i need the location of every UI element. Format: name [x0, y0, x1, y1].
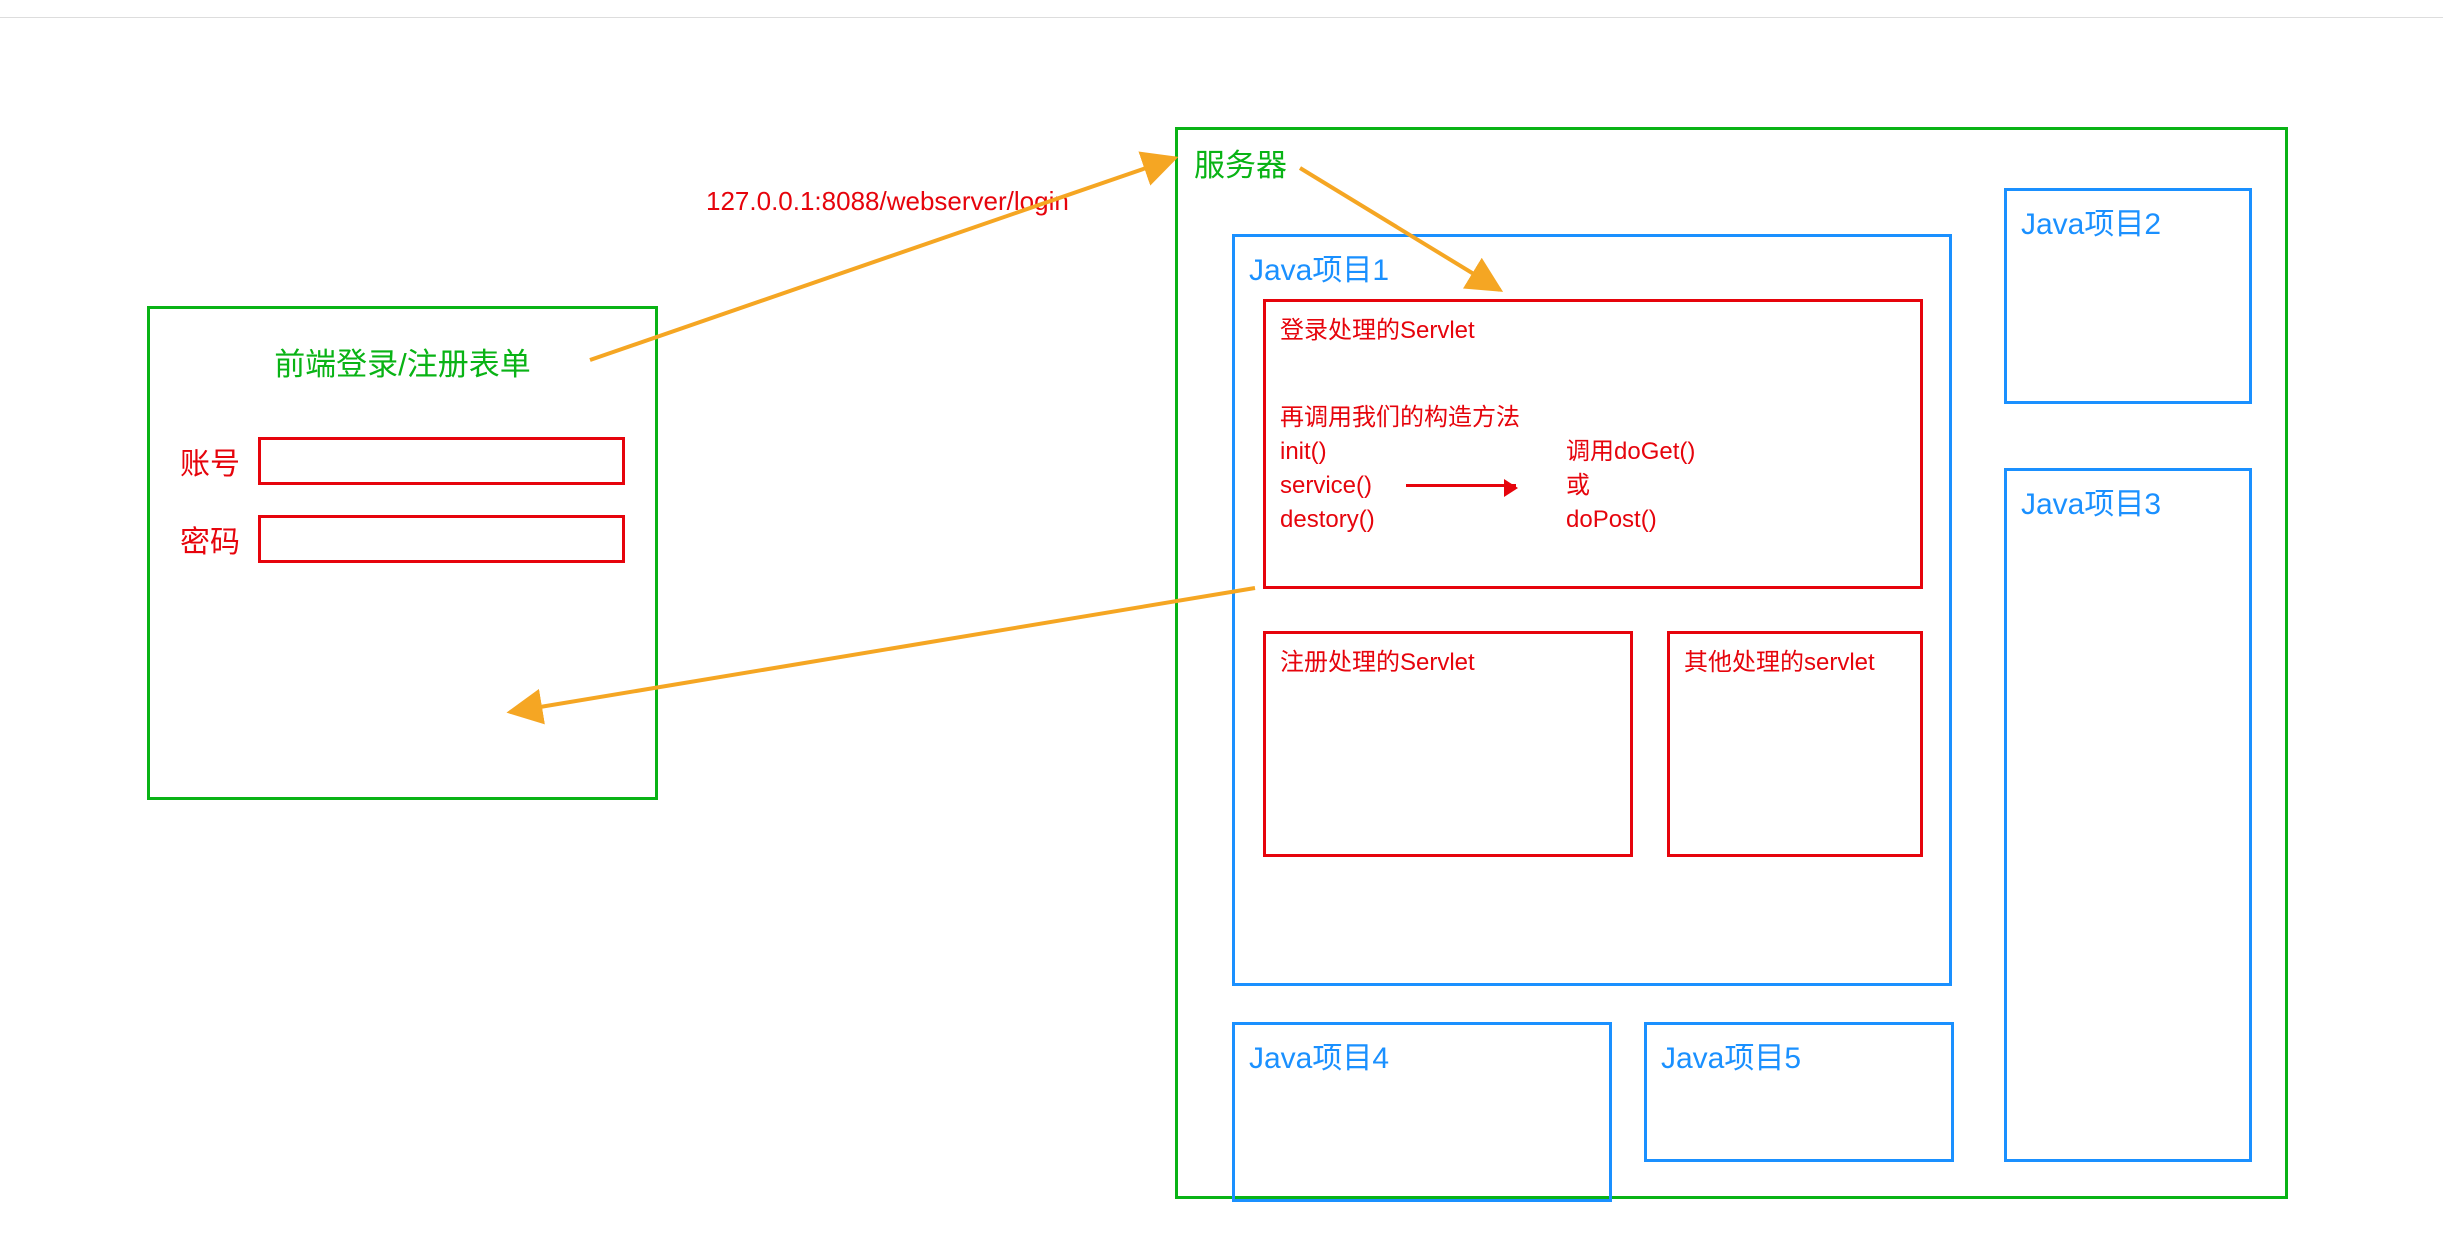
- java-project-4-label: Java项目4: [1249, 1033, 1389, 1077]
- dispatch-doget: 调用doGet(): [1566, 436, 1695, 468]
- java-project-1-label: Java项目1: [1249, 245, 1389, 289]
- client-form-title: 前端登录/注册表单: [150, 339, 655, 384]
- server-box: 服务器 Java项目1 登录处理的Servlet 再调用我们的构造方法 init…: [1175, 127, 2288, 1199]
- lifecycle-intro: 再调用我们的构造方法: [1280, 402, 1520, 434]
- java-project-2-label: Java项目2: [2021, 199, 2161, 243]
- password-row: 密码: [180, 515, 625, 563]
- java-project-1: Java项目1 登录处理的Servlet 再调用我们的构造方法 init() s…: [1232, 234, 1952, 986]
- login-servlet-box: 登录处理的Servlet 再调用我们的构造方法 init() service()…: [1263, 299, 1923, 589]
- request-url-label: 127.0.0.1:8088/webserver/login: [706, 186, 1069, 217]
- lifecycle-service: service(): [1280, 470, 1372, 502]
- top-separator: [0, 17, 2443, 18]
- account-input[interactable]: [258, 437, 625, 485]
- service-arrow: [1406, 484, 1516, 487]
- register-servlet-title: 注册处理的Servlet: [1280, 642, 1475, 677]
- dispatch-dopost: doPost(): [1566, 504, 1657, 536]
- java-project-3: Java项目3: [2004, 468, 2252, 1162]
- client-form-box: 前端登录/注册表单 账号 密码: [147, 306, 658, 800]
- dispatch-or: 或: [1566, 470, 1590, 502]
- server-title: 服务器: [1194, 140, 1287, 185]
- other-servlet-title: 其他处理的servlet: [1684, 642, 1875, 677]
- other-servlet-box: 其他处理的servlet: [1667, 631, 1923, 857]
- login-servlet-title: 登录处理的Servlet: [1280, 310, 1475, 345]
- java-project-5: Java项目5: [1644, 1022, 1954, 1162]
- lifecycle-destory: destory(): [1280, 504, 1375, 536]
- java-project-3-label: Java项目3: [2021, 479, 2161, 523]
- java-project-5-label: Java项目5: [1661, 1033, 1801, 1077]
- password-label: 密码: [180, 517, 258, 561]
- register-servlet-box: 注册处理的Servlet: [1263, 631, 1633, 857]
- account-label: 账号: [180, 439, 258, 483]
- password-input[interactable]: [258, 515, 625, 563]
- lifecycle-init: init(): [1280, 436, 1327, 468]
- account-row: 账号: [180, 437, 625, 485]
- java-project-2: Java项目2: [2004, 188, 2252, 404]
- java-project-4: Java项目4: [1232, 1022, 1612, 1202]
